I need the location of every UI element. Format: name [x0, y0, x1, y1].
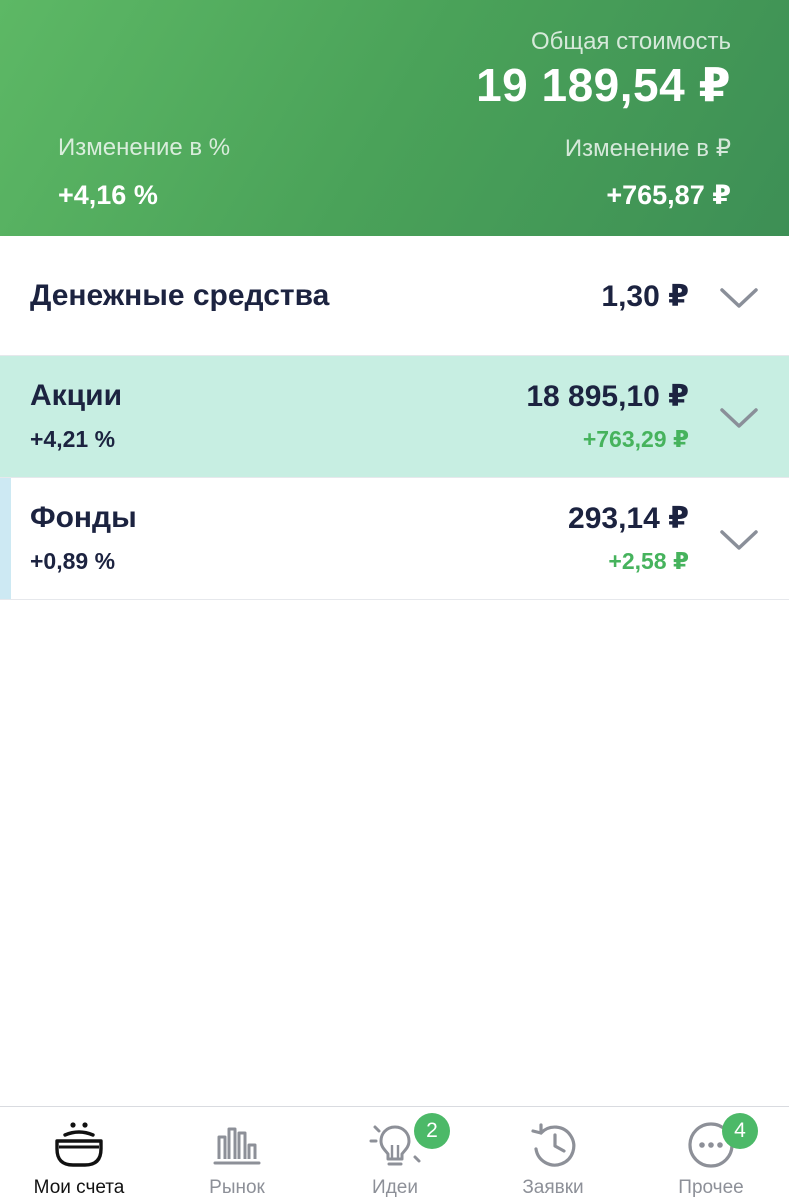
- asset-amount: 1,30 ₽: [601, 280, 689, 313]
- asset-title: Денежные средства: [30, 279, 330, 312]
- asset-amount: 293,14 ₽: [568, 502, 689, 535]
- asset-gain: +763,29 ₽: [582, 426, 689, 452]
- tab-label: Идеи: [372, 1177, 418, 1198]
- history-clock-icon: [531, 1123, 576, 1167]
- tab-label: Прочее: [678, 1177, 744, 1198]
- asset-title: Фонды: [30, 501, 137, 534]
- asset-title: Акции: [30, 379, 123, 412]
- row-accent-bar: [0, 478, 11, 599]
- total-value: 19 189,54 ₽: [476, 59, 731, 111]
- portfolio-summary-header: Общая стоимость 19 189,54 ₽ Изменение в …: [0, 0, 789, 236]
- total-value-label: Общая стоимость: [531, 28, 731, 55]
- tab-label: Рынок: [209, 1177, 265, 1198]
- change-rub-value: +765,87 ₽: [606, 180, 731, 210]
- asset-row-funds[interactable]: Фонды +0,89 % 293,14 ₽ +2,58 ₽: [0, 478, 789, 600]
- change-rub-label: Изменение в ₽: [564, 135, 731, 162]
- chevron-down-icon[interactable]: [719, 406, 759, 430]
- chevron-down-icon[interactable]: [719, 528, 759, 552]
- asset-amount: 18 895,10 ₽: [526, 380, 689, 413]
- tab-label: Мои счета: [33, 1177, 125, 1198]
- chevron-down-icon[interactable]: [719, 286, 759, 310]
- notification-badge: 4: [722, 1113, 758, 1149]
- asset-row-cash[interactable]: Денежные средства 1,30 ₽: [0, 236, 789, 356]
- notification-badge: 2: [414, 1113, 450, 1149]
- tab-market[interactable]: Рынок: [158, 1107, 316, 1200]
- market-chart-icon: [213, 1127, 261, 1165]
- tab-orders[interactable]: Заявки: [474, 1107, 632, 1200]
- wallet-icon: [55, 1122, 103, 1167]
- tab-label: Заявки: [522, 1177, 584, 1198]
- asset-row-stocks[interactable]: Акции +4,21 % 18 895,10 ₽ +763,29 ₽: [0, 356, 789, 478]
- change-percent-label: Изменение в %: [58, 134, 231, 161]
- tab-more[interactable]: 4 Прочее: [632, 1107, 789, 1200]
- asset-change-percent: +0,89 %: [30, 548, 116, 574]
- change-percent-value: +4,16 %: [58, 180, 158, 210]
- asset-gain: +2,58 ₽: [608, 548, 689, 574]
- tab-ideas[interactable]: 2 Идеи: [316, 1107, 474, 1200]
- asset-change-percent: +4,21 %: [30, 426, 116, 452]
- bottom-tab-bar: Мои счета Рынок 2 Идеи Заявки 4 Прочее: [0, 1106, 789, 1200]
- tab-my-accounts[interactable]: Мои счета: [0, 1107, 158, 1200]
